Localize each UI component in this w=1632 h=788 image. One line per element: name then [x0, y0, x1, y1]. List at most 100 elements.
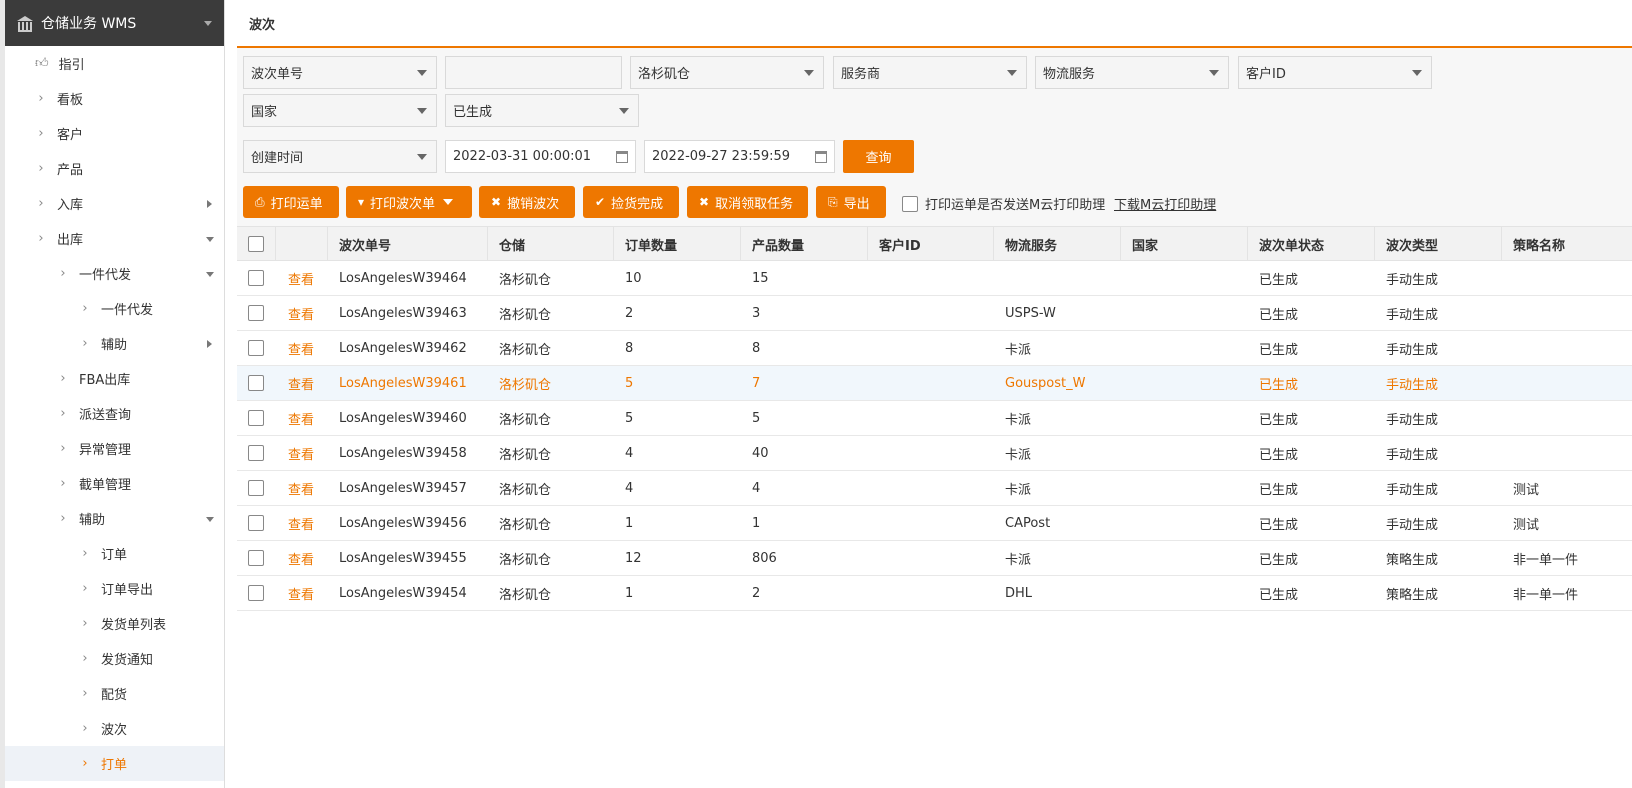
view-link[interactable]: 查看 [288, 296, 314, 330]
row-checkbox[interactable] [248, 340, 264, 356]
view-link[interactable]: 查看 [288, 576, 314, 610]
pick-done-button[interactable]: ✔ 捡货完成 [583, 186, 679, 218]
table-row[interactable]: 查看 LosAngelesW39455 洛杉矶仓 12 806 卡派 已生成 策略生成 非一单一… [237, 541, 1632, 576]
table-cell-status: 已生成 [1259, 587, 1299, 603]
calendar-icon[interactable] [616, 151, 628, 163]
table-row[interactable]: 查看 LosAngelesW39463 洛杉矶仓 2 3 USPS-W 已生成 手动生成 [237, 296, 1632, 331]
sidebar-item[interactable]: › 配货 [5, 676, 224, 711]
table-row[interactable]: 查看 LosAngelesW39461 洛杉矶仓 5 7 Gouspost_W 已生成 手动生… [237, 366, 1632, 401]
column-header[interactable]: 仓储 [499, 227, 525, 261]
column-header[interactable]: 客户ID [879, 227, 921, 261]
select-all-checkbox[interactable] [248, 236, 264, 252]
sidebar-item[interactable]: › 辅助 [5, 501, 224, 536]
view-link[interactable]: 查看 [288, 366, 314, 400]
sidebar-item[interactable]: 👍︎ 指引 [5, 46, 224, 81]
sidebar-item[interactable]: › 产品 [5, 151, 224, 186]
sidebar-item[interactable]: › FBA出库 [5, 361, 224, 396]
column-header[interactable]: 订单数量 [625, 227, 677, 261]
sidebar-item[interactable]: › 派送查询 [5, 396, 224, 431]
sidebar-item[interactable]: › 截单管理 [5, 466, 224, 501]
sidebar-item[interactable]: › 一件代发 [5, 256, 224, 291]
cancel-batch-button[interactable]: ✖ 撤销波次 [479, 186, 575, 218]
row-checkbox[interactable] [248, 585, 264, 601]
sidebar-item[interactable]: › 异常管理 [5, 431, 224, 466]
view-link[interactable]: 查看 [288, 471, 314, 505]
row-checkbox[interactable] [248, 445, 264, 461]
country-select[interactable]: 国家 [243, 94, 437, 127]
table-cell-logistics: CAPost [1005, 515, 1051, 531]
sidebar-item[interactable]: › 波次 [5, 711, 224, 746]
column-header[interactable]: 国家 [1132, 227, 1158, 261]
table-cell-status: 已生成 [1259, 552, 1299, 568]
export-button[interactable]: ⎘ 导出 [816, 186, 886, 218]
view-link[interactable]: 查看 [288, 436, 314, 470]
table-cell-type: 手动生成 [1386, 412, 1439, 428]
logistics-select[interactable]: 物流服务 [1035, 56, 1229, 89]
row-checkbox[interactable] [248, 410, 264, 426]
sidebar-item[interactable]: › 看板 [5, 81, 224, 116]
column-divider [867, 227, 868, 261]
sidebar-item[interactable]: › 入库 [5, 186, 224, 221]
row-checkbox[interactable] [248, 270, 264, 286]
print-waybill-button[interactable]: ⎙ 打印运单 [243, 186, 339, 218]
table-row[interactable]: 查看 LosAngelesW39458 洛杉矶仓 4 40 卡派 已生成 手动生成 [237, 436, 1632, 471]
query-button[interactable]: 查询 [843, 140, 914, 173]
column-header[interactable]: 产品数量 [752, 227, 804, 261]
table-row[interactable]: 查看 LosAngelesW39454 洛杉矶仓 1 2 DHL 已生成 策略生成 非一单一件 [237, 576, 1632, 611]
sidebar-item[interactable]: › 订单导出 [5, 571, 224, 606]
cancel-task-button[interactable]: ✖ 取消领取任务 [687, 186, 808, 218]
sidebar-item[interactable]: › 辅助 [5, 326, 224, 361]
chevron-down-icon [204, 20, 212, 26]
view-link[interactable]: 查看 [288, 401, 314, 435]
sidebar-item[interactable]: › 订单 [5, 536, 224, 571]
table-row[interactable]: 查看 LosAngelesW39460 洛杉矶仓 5 5 卡派 已生成 手动生成 [237, 401, 1632, 436]
status-select[interactable]: 已生成 [445, 94, 639, 127]
sidebar-item[interactable]: › 客户 [5, 116, 224, 151]
table-cell-logistics: 卡派 [1005, 482, 1032, 498]
table-cell-no: LosAngelesW39457 [339, 480, 467, 496]
view-link[interactable]: 查看 [288, 506, 314, 540]
sidebar-item[interactable]: › 发货单列表 [5, 606, 224, 641]
view-link[interactable]: 查看 [288, 541, 314, 575]
batch-no-select[interactable]: 波次单号 [243, 56, 437, 89]
table-row[interactable]: 查看 LosAngelesW39462 洛杉矶仓 8 8 卡派 已生成 手动生成 [237, 331, 1632, 366]
table-cell-no: LosAngelesW39463 [339, 305, 467, 321]
sidebar-item[interactable]: › 发货通知 [5, 641, 224, 676]
view-link[interactable]: 查看 [288, 331, 314, 365]
send-cloud-print-option[interactable]: 打印运单是否发送M云打印助理 [902, 194, 1105, 213]
send-cloud-print-checkbox[interactable] [902, 195, 918, 212]
table-row[interactable]: 查看 LosAngelesW39456 洛杉矶仓 1 1 CAPost 已生成 手动生成 测试 [237, 506, 1632, 541]
row-checkbox[interactable] [248, 550, 264, 566]
customer-id-select[interactable]: 客户ID [1238, 56, 1432, 89]
sidebar-item[interactable]: › 打单 [5, 746, 224, 781]
warehouse-select[interactable]: 洛杉矶仓 [630, 56, 824, 89]
sidebar-item[interactable]: › 出库 [5, 221, 224, 256]
caret-down-icon [206, 272, 214, 277]
time-type-select[interactable]: 创建时间 [243, 140, 437, 173]
end-time-input[interactable]: 2022-09-27 23:59:59 [644, 140, 835, 173]
table-cell-type: 手动生成 [1386, 342, 1439, 358]
row-checkbox[interactable] [248, 305, 264, 321]
table-row[interactable]: 查看 LosAngelesW39464 洛杉矶仓 10 15 已生成 手动生成 [237, 261, 1632, 296]
row-checkbox[interactable] [248, 515, 264, 531]
download-print-assistant-link[interactable]: 下载M云打印助理 [1114, 194, 1216, 213]
sidebar-header[interactable]: 仓储业务 WMS [5, 0, 224, 46]
row-checkbox[interactable] [248, 375, 264, 391]
row-checkbox[interactable] [248, 480, 264, 496]
column-header[interactable]: 物流服务 [1005, 227, 1057, 261]
column-header[interactable]: 波次单号 [339, 227, 391, 261]
calendar-icon[interactable] [815, 151, 827, 163]
row-checkbox-cell [248, 366, 264, 400]
batch-no-input[interactable] [445, 56, 622, 89]
view-link[interactable]: 查看 [288, 261, 314, 295]
column-header[interactable]: 策略名称 [1513, 227, 1565, 261]
table-row[interactable]: 查看 LosAngelesW39457 洛杉矶仓 4 4 卡派 已生成 手动生成 测试 [237, 471, 1632, 506]
column-header[interactable]: 波次类型 [1386, 227, 1438, 261]
sidebar-item-label: 发货通知 [101, 653, 154, 668]
print-batch-button[interactable]: ▾ 打印波次单 [346, 186, 472, 218]
provider-select[interactable]: 服务商 [833, 56, 1027, 89]
column-header[interactable]: 波次单状态 [1259, 227, 1324, 261]
start-time-input[interactable]: 2022-03-31 00:00:01 [445, 140, 636, 173]
table-cell-no: LosAngelesW39455 [339, 550, 467, 566]
sidebar-item[interactable]: › 一件代发 [5, 291, 224, 326]
